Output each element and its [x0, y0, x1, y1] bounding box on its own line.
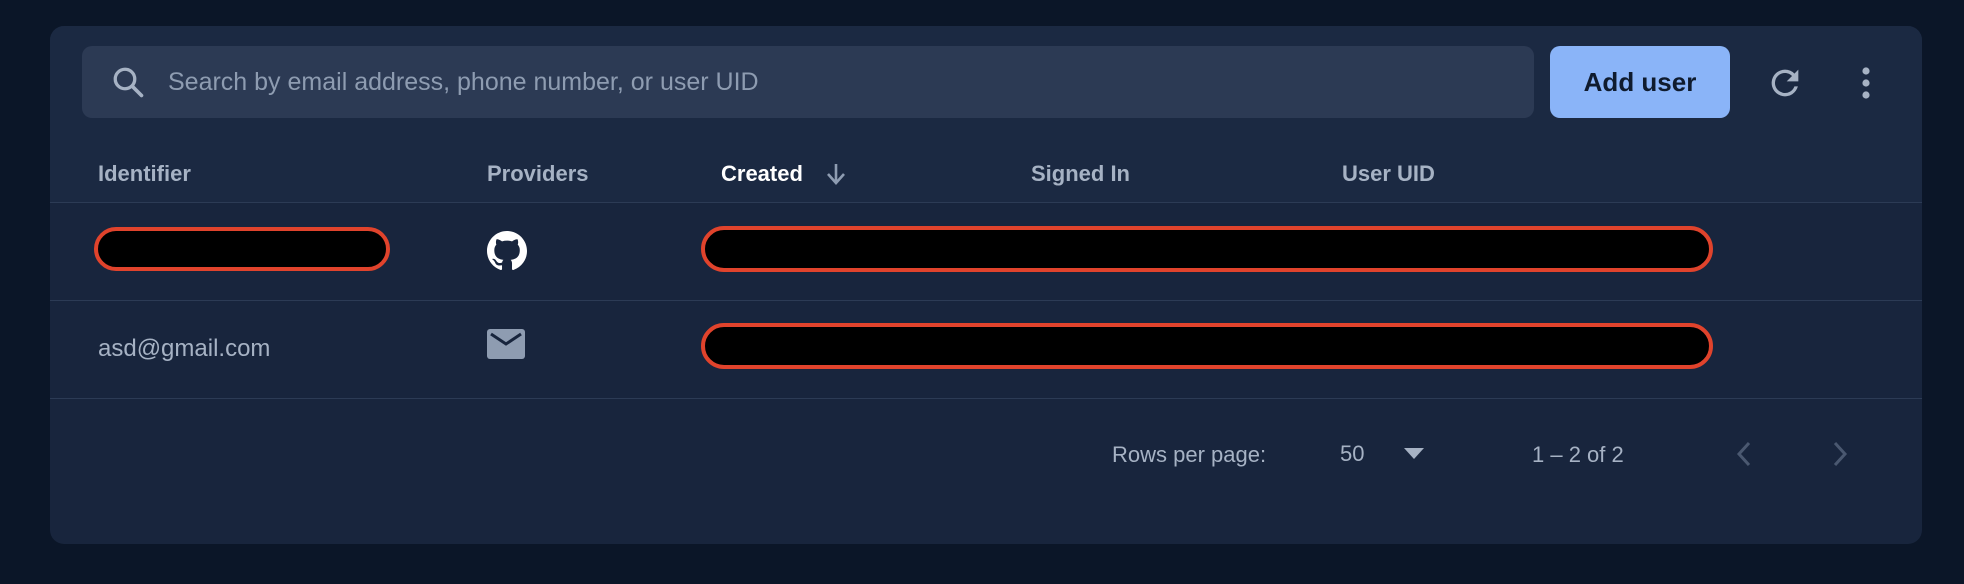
dropdown-arrow-icon — [1404, 448, 1425, 460]
column-label: User UID — [1342, 161, 1435, 186]
pagination-footer: Rows per page: 50 1 – 2 of 2 — [50, 398, 1922, 498]
column-label: Providers — [487, 161, 589, 186]
column-label: Created — [721, 161, 803, 186]
redacted-identifier — [94, 227, 390, 271]
redacted-user-details — [701, 323, 1713, 369]
search-input[interactable] — [166, 66, 1470, 98]
pagination-range: 1 – 2 of 2 — [1532, 442, 1624, 467]
previous-page-button[interactable] — [1726, 436, 1762, 472]
chevron-right-icon — [1832, 441, 1848, 467]
search-bar[interactable] — [82, 46, 1534, 118]
rows-per-page-value: 50 — [1340, 441, 1365, 466]
chevron-left-icon — [1736, 441, 1752, 467]
redacted-user-details — [701, 226, 1713, 272]
rows-per-page-select[interactable]: 50 — [1340, 436, 1450, 472]
refresh-icon — [1765, 63, 1805, 103]
table-row[interactable] — [50, 203, 1922, 301]
column-header-identifier[interactable]: Identifier — [98, 146, 191, 202]
column-header-providers: Providers — [487, 146, 589, 202]
users-table-card: Add user Identifier Providers — [50, 26, 1922, 544]
table-header: Identifier Providers Created Signed In U… — [50, 146, 1922, 203]
arrow-down-icon[interactable] — [825, 162, 847, 186]
add-user-button[interactable]: Add user — [1550, 46, 1730, 118]
identifier-cell: asd@gmail.com — [98, 335, 271, 362]
column-label: Signed In — [1031, 161, 1130, 186]
rows-per-page-label: Rows per page: — [1112, 442, 1267, 467]
column-header-signed-in[interactable]: Signed In — [1031, 146, 1130, 202]
table-row[interactable]: asd@gmail.com — [50, 301, 1922, 399]
more-options-button[interactable] — [1846, 60, 1886, 106]
toolbar: Add user — [50, 26, 1922, 146]
next-page-button[interactable] — [1822, 436, 1858, 472]
github-icon — [487, 231, 527, 271]
column-header-created[interactable]: Created — [721, 146, 847, 202]
email-icon — [487, 329, 525, 359]
more-vert-icon — [1860, 65, 1872, 101]
search-icon — [108, 62, 148, 102]
column-label: Identifier — [98, 161, 191, 186]
refresh-button[interactable] — [1762, 60, 1808, 106]
column-header-user-uid: User UID — [1342, 146, 1435, 202]
